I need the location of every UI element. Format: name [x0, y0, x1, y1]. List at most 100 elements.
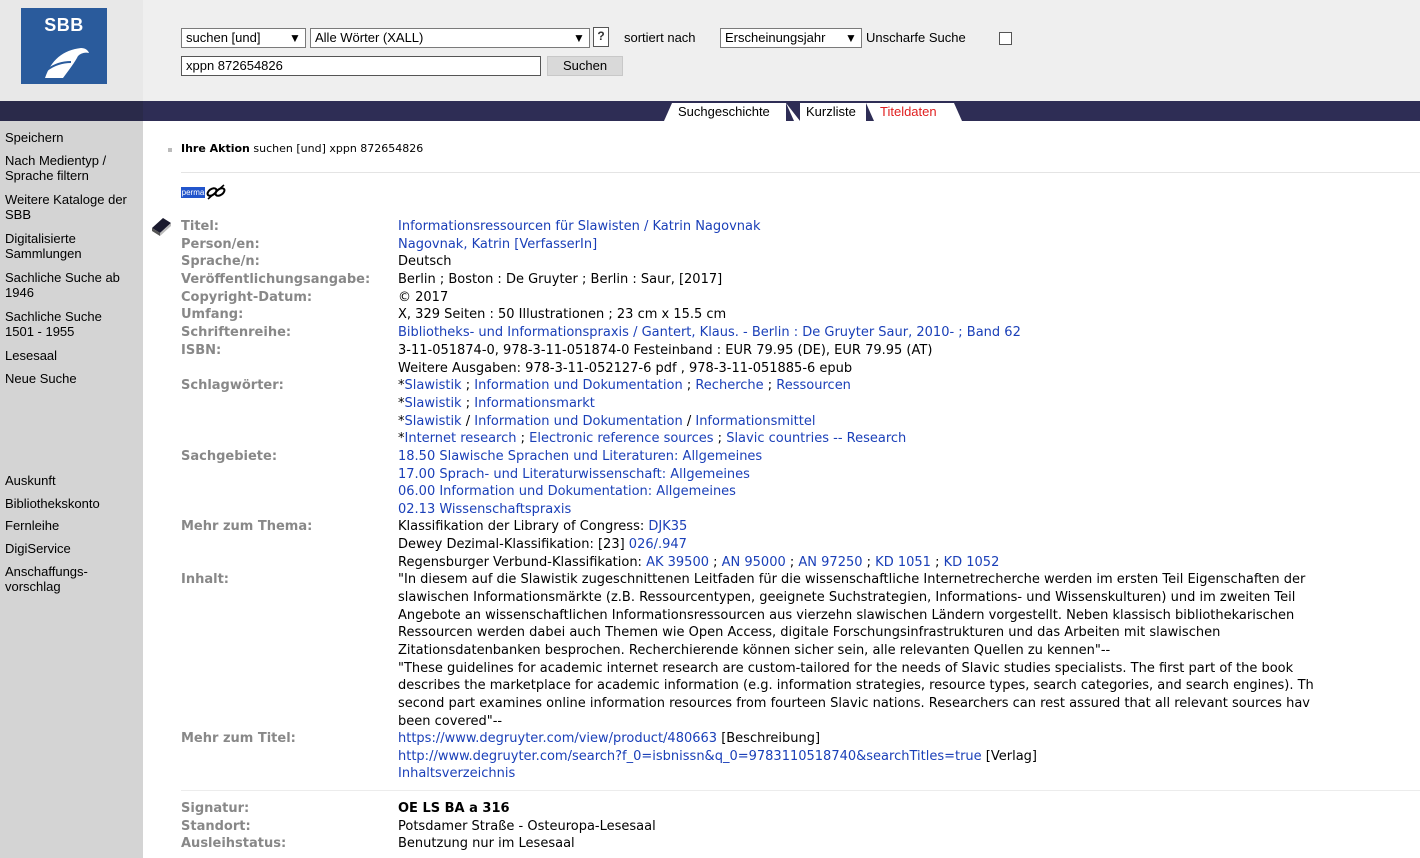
- sidebar-item-fernleihe[interactable]: Fernleihe: [5, 518, 139, 533]
- chevron-down-icon: ▼: [289, 31, 301, 45]
- link-suffix: [Verlag]: [981, 749, 1038, 764]
- rvk-link[interactable]: AN 95000: [722, 555, 786, 570]
- sachgebiet-link[interactable]: 06.00 Information und Dokumentation: All…: [398, 483, 736, 501]
- rvk-prefix: Regensburger Verbund-Klassifikation:: [398, 555, 647, 570]
- chain-icon[interactable]: [205, 183, 227, 201]
- chevron-down-icon: ▼: [845, 31, 857, 45]
- schlagwort-link[interactable]: Informationsmarkt: [474, 396, 595, 411]
- schlagwort-row: *Slawistik / Information und Dokumentati…: [398, 413, 815, 431]
- book-icon: [152, 218, 171, 236]
- sidebar-item-sachlich-1946[interactable]: Sachliche Suche ab 1946: [5, 270, 133, 300]
- fuzzy-checkbox[interactable]: [999, 32, 1012, 45]
- action-label: Ihre Aktion: [181, 142, 250, 155]
- value-veroeffentlichung: Berlin ; Boston : De Gruyter ; Berlin : …: [398, 272, 723, 287]
- schlagwort-link[interactable]: Information und Dokumentation: [474, 414, 682, 429]
- lc-prefix: Klassifikation der Library of Congress:: [398, 519, 649, 534]
- degruyter-search-link[interactable]: http://www.degruyter.com/search?f_0=isbn…: [398, 749, 982, 764]
- schlagwort-link[interactable]: Slawistik: [405, 396, 462, 411]
- tab-titeldaten[interactable]: Titeldaten: [874, 103, 954, 121]
- value-signatur: OE LS BA a 316: [398, 801, 510, 816]
- sidebar-item-sachlich-1501[interactable]: Sachliche Suche 1501 - 1955: [5, 309, 133, 339]
- label-isbn: ISBN:: [181, 343, 222, 358]
- inhalt-line: Angebote an wissenschaftlichen Informati…: [398, 608, 1295, 623]
- link-suffix: [Beschreibung]: [717, 731, 821, 746]
- lc-link[interactable]: DJK35: [648, 519, 687, 534]
- search-scope-value: Alle Wörter (XALL): [315, 30, 424, 45]
- sidebar-item-neue-suche[interactable]: Neue Suche: [5, 371, 139, 386]
- inhalt-line: Zitationsdatenbanken besprochen. Recherc…: [398, 643, 1111, 658]
- label-veroeffentlichung: Veröffentlichungsangabe:: [181, 272, 371, 287]
- action-line: Ihre Aktion suchen [und] xppn 872654826: [181, 141, 423, 156]
- ddc-prefix: Dewey Dezimal-Klassifikation: [23]: [398, 537, 629, 552]
- value-schriftenreihe[interactable]: Bibliotheks- und Informationspraxis / Ga…: [398, 324, 1021, 342]
- search-button[interactable]: Suchen: [547, 56, 623, 76]
- schlagwort-sep: /: [461, 414, 475, 429]
- search-scope-select[interactable]: Alle Wörter (XALL) ▼: [310, 28, 590, 48]
- schlagwort-sep: ;: [516, 431, 530, 446]
- sidebar-item-anschaffung[interactable]: Anschaffungs-vorschlag: [5, 564, 97, 594]
- label-sprache: Sprache/n:: [181, 254, 260, 269]
- rvk-link[interactable]: AK 39500: [646, 555, 709, 570]
- schlagwort-link[interactable]: Slawistik: [405, 414, 462, 429]
- value-titel[interactable]: Informationsressourcen für Slawisten / K…: [398, 218, 761, 236]
- inhaltsverzeichnis-link[interactable]: Inhaltsverzeichnis: [398, 766, 515, 781]
- action-text: suchen [und] xppn 872654826: [253, 142, 424, 155]
- tab-corner-shape: [664, 103, 672, 121]
- sidebar-item-auskunft[interactable]: Auskunft: [5, 473, 139, 488]
- rvk-link[interactable]: KD 1051: [875, 555, 931, 570]
- sachgebiet-link[interactable]: 18.50 Slawische Sprachen und Literaturen…: [398, 448, 762, 466]
- rvk-link[interactable]: KD 1052: [944, 555, 1000, 570]
- sort-value: Erscheinungsjahr: [725, 30, 826, 45]
- schlagwort-link[interactable]: Information und Dokumentation: [474, 378, 682, 393]
- sidebar-item-speichern[interactable]: Speichern: [5, 130, 139, 145]
- inhalt-line: second part examines online information …: [398, 696, 1310, 711]
- label-titel: Titel:: [181, 219, 220, 234]
- search-input[interactable]: xppn 872654826: [181, 56, 541, 76]
- perma-badge[interactable]: perma: [181, 187, 205, 198]
- label-ausleihstatus: Ausleihstatus:: [181, 836, 287, 851]
- help-button[interactable]: ?: [593, 27, 609, 47]
- value-umfang: X, 329 Seiten : 50 Illustrationen ; 23 c…: [398, 307, 727, 322]
- schlagwort-link[interactable]: Recherche: [695, 378, 763, 393]
- label-standort: Standort:: [181, 819, 251, 834]
- search-input-value: xppn 872654826: [186, 58, 283, 73]
- search-mode-select[interactable]: suchen [und] ▼: [181, 28, 306, 48]
- value-sprache: Deutsch: [398, 254, 452, 269]
- tab-kurzliste[interactable]: Kurzliste: [800, 103, 866, 121]
- sachgebiet-link[interactable]: 17.00 Sprach- und Literaturwissenschaft:…: [398, 466, 750, 484]
- schlagwort-link[interactable]: Electronic reference sources: [529, 431, 713, 446]
- value-person[interactable]: Nagovnak, Katrin [VerfasserIn]: [398, 236, 597, 254]
- sort-select[interactable]: Erscheinungsjahr ▼: [720, 28, 862, 48]
- degruyter-product-link[interactable]: https://www.degruyter.com/view/product/4…: [398, 731, 717, 746]
- sidebar-item-digiservice[interactable]: DigiService: [5, 541, 139, 556]
- sidebar-item-kataloge[interactable]: Weitere Kataloge der SBB: [5, 192, 133, 222]
- inhalt-line: Ressourcen werden dabei auch Themen wie …: [398, 625, 1221, 640]
- sbb-logo[interactable]: SBB: [21, 8, 107, 84]
- label-mehr-zum-thema: Mehr zum Thema:: [181, 519, 313, 534]
- schlagwort-link[interactable]: Informationsmittel: [695, 414, 815, 429]
- label-umfang: Umfang:: [181, 307, 244, 322]
- sidebar-item-filter[interactable]: Nach Medientyp / Sprache filtern: [5, 153, 133, 183]
- inhalt-line: slawischen Informationsmärkte (z.B. Ress…: [398, 590, 1296, 605]
- search-mode-value: suchen [und]: [186, 30, 261, 45]
- schlagwort-link[interactable]: Ressourcen: [776, 378, 851, 393]
- sachgebiet-link[interactable]: 02.13 Wissenschaftspraxis: [398, 501, 571, 519]
- schlagwort-link[interactable]: Slawistik: [405, 378, 462, 393]
- sidebar-item-konto[interactable]: Bibliothekskonto: [5, 496, 139, 511]
- value-weitere-ausgaben: Weitere Ausgaben: 978-3-11-052127-6 pdf …: [398, 361, 853, 376]
- inhalt-line: "These guidelines for academic internet …: [398, 661, 1294, 676]
- search-bar: [143, 0, 1420, 101]
- sidebar: Speichern Nach Medientyp / Sprache filte…: [0, 121, 143, 858]
- ddc-link[interactable]: 026/.947: [629, 537, 687, 552]
- label-schriftenreihe: Schriftenreihe:: [181, 325, 292, 340]
- schlagwort-row: *Slawistik ; Informationsmarkt: [398, 395, 595, 413]
- tab-suchgeschichte[interactable]: Suchgeschichte: [672, 103, 786, 121]
- tab-end: [954, 103, 962, 121]
- schlagwort-sep: /: [682, 414, 696, 429]
- sidebar-item-digitalisiert[interactable]: Digitalisierte Sammlungen: [5, 231, 115, 261]
- rvk-link[interactable]: AN 97250: [798, 555, 862, 570]
- schlagwort-link[interactable]: Internet research: [405, 431, 517, 446]
- sidebar-item-lesesaal[interactable]: Lesesaal: [5, 348, 139, 363]
- schlagwort-link[interactable]: Slavic countries -- Research: [726, 431, 906, 446]
- logo-text: SBB: [44, 15, 84, 35]
